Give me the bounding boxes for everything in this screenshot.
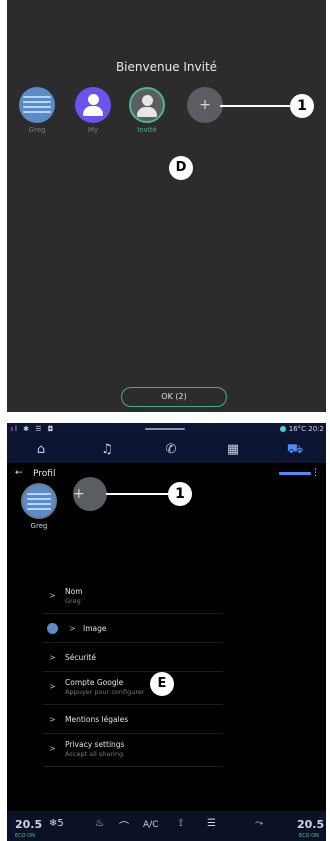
- callout-line: [106, 493, 168, 495]
- list-item-privacy-settings[interactable]: > Privacy settings Accept all sharing: [43, 734, 223, 767]
- temperature-right-control[interactable]: 20.5: [297, 818, 324, 831]
- page: Bienvenue Invité Greg My Invité + 1 D OK…: [0, 0, 330, 841]
- profile-label: Invité: [137, 126, 157, 134]
- row-title: Compte Google: [65, 678, 124, 687]
- page-title: Profil: [33, 469, 56, 479]
- airflow-icon[interactable]: ⤳: [255, 818, 263, 829]
- status-dot-icon: [279, 426, 286, 432]
- profile-greg[interactable]: Greg: [17, 87, 57, 134]
- row-subtitle: Accept all sharing: [65, 750, 124, 758]
- current-profile-greg[interactable]: Greg: [17, 483, 61, 530]
- chevron-right-icon: >: [69, 624, 76, 633]
- callout-badge-1: 1: [290, 94, 314, 118]
- outside-temperature: 16°C: [288, 425, 307, 433]
- add-profile-button[interactable]: +: [185, 87, 225, 123]
- climate-bar: 20.5 ECO ON ❄5 ♨ ⌒ A/C ⟟ ☰ ⤳ 20.5 ECO ON: [7, 811, 326, 841]
- list-item-image[interactable]: > Image: [43, 614, 223, 643]
- home-icon[interactable]: ⌂: [21, 436, 61, 463]
- callout-badge-d: D: [169, 156, 193, 180]
- ac-button[interactable]: A/C: [143, 820, 158, 830]
- top-nav: ⌂ ♫ ✆ ▦ ⛟: [7, 436, 326, 475]
- chevron-right-icon: >: [49, 591, 56, 600]
- chevron-right-icon: >: [49, 744, 56, 753]
- steering-heat-icon[interactable]: ♨: [95, 818, 104, 829]
- notification-handle[interactable]: [145, 428, 185, 430]
- vehicle-icon[interactable]: ⛟: [275, 436, 315, 463]
- music-icon[interactable]: ♫: [87, 436, 127, 463]
- profile-settings-list: > Nom Greg > Image > Sécurité > Compte G…: [43, 581, 223, 767]
- status-bar: ıl ✱ ☰ ◘ 16°C 20:2: [7, 423, 326, 436]
- row-title: Privacy settings: [65, 740, 125, 749]
- row-subtitle: Appuyer pour configurer: [65, 688, 145, 696]
- callout-line: [220, 105, 290, 107]
- fan-speed-control[interactable]: ❄5: [49, 818, 64, 829]
- guest-welcome-screen: Bienvenue Invité Greg My Invité + 1 D OK…: [7, 0, 326, 412]
- ok-button[interactable]: OK (2): [121, 387, 227, 407]
- profile-my[interactable]: My: [73, 87, 113, 134]
- seat-icon[interactable]: ⟟: [179, 818, 183, 829]
- temperature-left-control[interactable]: 20.5: [15, 818, 42, 831]
- person-avatar-icon: [75, 87, 111, 123]
- welcome-title: Bienvenue Invité: [115, 60, 218, 74]
- row-title: Mentions légales: [65, 715, 129, 724]
- apps-grid-icon[interactable]: ▦: [213, 436, 253, 463]
- eco-label-left: ECO ON: [15, 833, 35, 839]
- chevron-right-icon: >: [49, 682, 56, 691]
- list-item-security[interactable]: > Sécurité: [43, 643, 223, 672]
- guest-avatar-icon: [129, 87, 165, 123]
- back-arrow-icon[interactable]: ←: [15, 468, 23, 478]
- list-item-legal-notices[interactable]: > Mentions légales: [43, 705, 223, 734]
- callout-badge-1: 1: [168, 482, 192, 506]
- status-icons: ıl ✱ ☰ ◘: [11, 425, 56, 433]
- eco-label-right: ECO ON: [299, 833, 319, 839]
- profile-guest[interactable]: Invité: [127, 87, 167, 134]
- phone-icon[interactable]: ✆: [151, 436, 191, 463]
- callout-badge-e: E: [150, 672, 174, 696]
- row-subtitle: Greg: [65, 597, 81, 605]
- profile-label: Greg: [30, 522, 48, 530]
- ocean-avatar-icon: [19, 87, 55, 123]
- profile-image-icon: [47, 623, 58, 634]
- plus-icon: +: [73, 477, 107, 511]
- row-title: Nom: [65, 587, 83, 596]
- status-right: 16°C 20:2: [279, 425, 324, 433]
- profile-label: My: [87, 126, 99, 134]
- row-title: Image: [83, 624, 107, 633]
- row-title: Sécurité: [65, 653, 96, 662]
- clock: 20:2: [308, 425, 324, 433]
- plus-icon: +: [187, 87, 223, 123]
- profile-settings-screen: ıl ✱ ☰ ◘ 16°C 20:2 ⌂ ♫ ✆ ▦ ⛟ ← Profil ⋮ …: [7, 423, 326, 841]
- list-item-name[interactable]: > Nom Greg: [43, 581, 223, 614]
- list-item-google-account[interactable]: > Compte Google Appuyer pour configurer: [43, 672, 223, 705]
- add-profile-button[interactable]: +: [73, 477, 107, 511]
- profile-label: Greg: [28, 126, 46, 134]
- heated-seat-icon[interactable]: ⌒: [119, 818, 129, 833]
- chevron-right-icon: >: [49, 653, 56, 662]
- more-options-icon[interactable]: ⋮: [311, 468, 320, 478]
- ocean-avatar-icon: [21, 483, 57, 519]
- chevron-right-icon: >: [49, 715, 56, 724]
- defrost-icon[interactable]: ☰: [207, 818, 216, 829]
